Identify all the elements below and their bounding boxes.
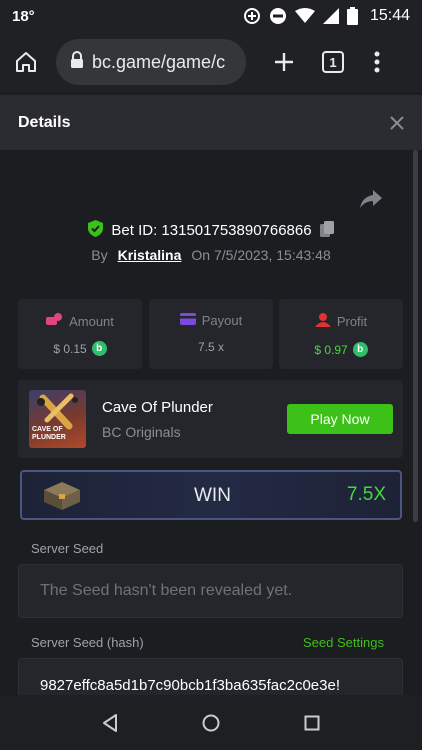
battery-icon: [346, 7, 358, 25]
stat-value: 7.5 x: [197, 340, 224, 354]
server-seed-hash-field[interactable]: 9827effc8a5d1b7c90bcb1f3ba635fac2c0e3e!: [18, 658, 403, 695]
user-link[interactable]: Kristalina: [118, 247, 182, 263]
browser-toolbar: bc.game/game/c 1: [0, 32, 422, 92]
stat-value: $ 0.15: [53, 341, 87, 356]
tab-switcher-button[interactable]: 1: [322, 51, 344, 73]
plus-icon: [275, 53, 293, 71]
stat-label: Profit: [336, 314, 368, 329]
result-label: WIN: [194, 485, 231, 506]
share-icon: [360, 190, 382, 208]
game-thumb-label: CAVE OF PLUNDER: [32, 426, 66, 441]
bc-coin-icon: b: [352, 342, 368, 357]
status-bar: 18° 15:44: [0, 0, 422, 32]
close-icon: [390, 115, 404, 130]
recents-button[interactable]: [292, 703, 332, 743]
stat-card-payout: Payout 7.5 x: [149, 299, 273, 369]
system-nav-bar: [0, 695, 422, 750]
wifi-icon: [294, 8, 315, 24]
game-name: Cave Of Plunder: [102, 399, 213, 416]
share-button[interactable]: [360, 190, 382, 213]
copy-button[interactable]: [319, 220, 334, 241]
treasure-chest-icon: [40, 480, 84, 515]
details-content: Bet ID: 131501753890766866 By Kristalina…: [0, 150, 422, 695]
lock-icon: [70, 50, 84, 74]
do-not-disturb-icon: [269, 7, 287, 25]
bet-id: Bet ID: 131501753890766866: [111, 222, 312, 239]
profit-icon: [314, 313, 331, 330]
data-saver-icon: [243, 7, 261, 25]
game-provider: BC Originals: [102, 424, 181, 440]
bc-coin-icon: b: [91, 341, 107, 356]
home-button[interactable]: [14, 50, 38, 74]
browser-menu-button[interactable]: [374, 51, 380, 73]
stat-value: $ 0.97: [314, 342, 348, 357]
payout-icon: [179, 313, 196, 328]
stat-label: Amount: [69, 313, 114, 329]
page-title: Details: [18, 113, 71, 131]
address-bar[interactable]: bc.game/game/c: [56, 39, 246, 85]
amount-icon: [46, 313, 63, 329]
home-circle-icon: [202, 714, 220, 731]
game-thumbnail[interactable]: CAVE OF PLUNDER: [29, 390, 86, 448]
by-label: By: [91, 247, 108, 263]
shield-check-icon: [88, 220, 104, 241]
copy-icon: [319, 220, 334, 237]
signal-icon: [322, 8, 339, 24]
author-row: By Kristalina On 7/5/2023, 15:43:48: [0, 247, 422, 263]
temperature: 18°: [12, 7, 35, 25]
scrollbar[interactable]: [413, 150, 418, 522]
url-text: bc.game/game/c: [92, 51, 226, 72]
bet-id-row: Bet ID: 131501753890766866: [0, 220, 422, 241]
home-icon: [16, 52, 36, 72]
server-seed-hash-label: Server Seed (hash): [31, 635, 144, 650]
details-header: Details: [0, 95, 422, 150]
stat-card-profit: Profit $ 0.97 b: [279, 299, 403, 369]
server-seed-field[interactable]: The Seed hasn't been revealed yet.: [18, 564, 403, 618]
server-seed-label: Server Seed: [31, 541, 104, 556]
play-now-button[interactable]: Play Now: [287, 404, 393, 434]
clock: 15:44: [369, 7, 410, 24]
back-button[interactable]: [90, 703, 130, 743]
new-tab-button[interactable]: [274, 52, 294, 72]
stat-card-amount: Amount $ 0.15 b: [18, 299, 142, 369]
bet-date: On 7/5/2023, 15:43:48: [191, 247, 331, 263]
result-multiplier: 7.5X: [346, 484, 386, 505]
game-card: CAVE OF PLUNDER Cave Of Plunder BC Origin…: [18, 380, 403, 458]
close-button[interactable]: [390, 115, 404, 130]
more-vertical-icon: [374, 51, 380, 73]
back-triangle-icon: [103, 713, 118, 732]
status-icons: 15:44: [243, 7, 410, 25]
seed-settings-link[interactable]: Seed Settings: [303, 635, 384, 650]
recents-square-icon: [304, 715, 320, 730]
stat-label: Payout: [201, 313, 243, 328]
home-nav-button[interactable]: [191, 703, 231, 743]
result-banner: WIN 7.5X: [20, 470, 402, 520]
